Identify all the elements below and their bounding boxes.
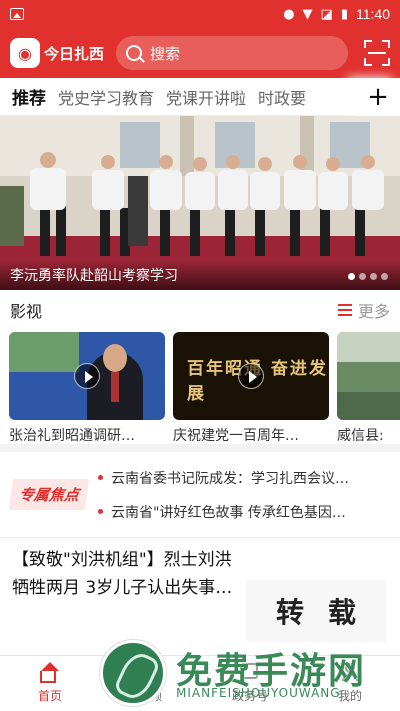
app-screen: ● ▼ ◪ ▮ 11:40 ◉ 今日扎西 搜索 推荐 党史学习教育 党课开讲啦 …	[0, 0, 400, 711]
repost-overlay[interactable]: 转载	[246, 580, 386, 642]
tab-recommend[interactable]: 推荐	[12, 84, 46, 109]
tab-party-history[interactable]: 党史学习教育	[58, 85, 154, 109]
video-title: 张治礼到昭通调研…	[9, 428, 135, 442]
video-title: 威信县:	[337, 428, 384, 442]
focus-list: 云南省委书记阮成发：学习扎西会议… 云南省"讲好红色故事 传承红色基因…	[98, 468, 400, 522]
list-icon	[337, 304, 352, 316]
add-channel-button[interactable]: +	[356, 78, 400, 116]
focus-item[interactable]: 云南省委书记阮成发：学习扎西会议…	[98, 468, 400, 488]
location-icon: ●	[283, 6, 295, 22]
focus-item[interactable]: 云南省"讲好红色故事 传承红色基因…	[98, 502, 400, 522]
gallery-notification-icon	[10, 8, 24, 20]
app-name: 今日扎西	[44, 44, 105, 63]
video-card[interactable]: 百年昭通 奋进发展 庆祝建党一百周年…	[173, 332, 329, 442]
video-card[interactable]: 威信县:	[337, 332, 400, 442]
banner-caption: 李沅勇率队赴韶山考察学习	[0, 260, 400, 290]
status-bar: ● ▼ ◪ ▮ 11:40	[0, 0, 400, 28]
video-carousel: 张治礼到昭通调研… 百年昭通 奋进发展 庆祝建党一百周年… 威信县:	[0, 330, 400, 442]
play-icon	[74, 363, 100, 389]
focus-badge: 专属焦点	[0, 452, 98, 538]
person-icon	[340, 663, 360, 683]
logo-icon: ◉	[10, 38, 40, 68]
carousel-indicator	[348, 273, 388, 280]
gov-icon	[240, 663, 260, 683]
more-videos-button[interactable]: 更多	[337, 298, 390, 322]
video-section-header: 影视 更多	[0, 290, 400, 330]
video-title: 庆祝建党一百周年…	[173, 428, 299, 442]
app-logo[interactable]: ◉ 今日扎西	[10, 38, 108, 68]
scan-icon[interactable]	[364, 40, 390, 66]
news-title: 【致敬"刘洪机组"】烈士刘洪牺牲两月 3岁儿子认出失事…	[12, 550, 233, 598]
app-header: ◉ 今日扎西 搜索	[0, 28, 400, 78]
nav-mine[interactable]: 我的	[300, 656, 400, 711]
clock: 11:40	[356, 6, 390, 22]
video-thumbnail: 百年昭通 奋进发展	[173, 332, 329, 420]
battery-icon: ▮	[340, 6, 348, 22]
video-icon	[140, 663, 160, 683]
signal-off-icon: ◪	[320, 6, 333, 22]
video-thumbnail	[337, 332, 400, 420]
focus-block: 专属焦点 云南省委书记阮成发：学习扎西会议… 云南省"讲好红色故事 传承红色基因…	[0, 452, 400, 538]
nav-video[interactable]: 视频	[100, 656, 200, 711]
bottom-navigation: 首页 视频 政务号 我的	[0, 655, 400, 711]
video-section-title: 影视	[10, 302, 43, 321]
search-icon	[126, 45, 142, 61]
video-card[interactable]: 张治礼到昭通调研…	[9, 332, 165, 442]
search-placeholder: 搜索	[150, 44, 181, 63]
banner-carousel[interactable]: 李沅勇率队赴韶山考察学习	[0, 116, 400, 290]
video-thumbnail	[9, 332, 165, 420]
wifi-icon: ▼	[302, 6, 313, 22]
tab-politics[interactable]: 时政要	[258, 85, 306, 109]
tab-party-lecture[interactable]: 党课开讲啦	[166, 85, 246, 109]
channel-tabs: 推荐 党史学习教育 党课开讲啦 时政要 +	[0, 78, 400, 116]
play-icon	[238, 363, 264, 389]
home-icon	[40, 662, 60, 683]
nav-gov[interactable]: 政务号	[200, 656, 300, 711]
search-bar[interactable]: 搜索	[116, 36, 348, 70]
nav-home[interactable]: 首页	[0, 656, 100, 711]
